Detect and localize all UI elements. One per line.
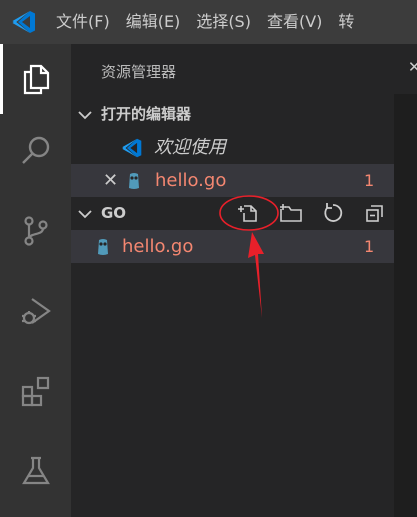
run-debug-icon[interactable] [0,276,71,346]
folder-go-label: GO [101,204,127,222]
file-hello-go[interactable]: hello.go 1 [71,230,394,263]
new-file-icon[interactable] [234,199,262,227]
problem-count-badge: 1 [364,171,375,190]
vscode-logo-icon [121,137,143,163]
open-editor-hello-go-label: hello.go [155,170,227,191]
open-editor-hello-go[interactable]: ✕ hello.go 1 [71,164,394,197]
extensions-icon[interactable] [0,356,71,426]
menu-view[interactable]: 查看(V) [259,0,330,44]
editor-area: ✕ [394,44,417,517]
problem-count-badge: 1 [364,237,375,256]
open-editors-header[interactable]: 打开的编辑器 [71,98,394,131]
explorer-sidebar: 资源管理器 打开的编辑器 欢迎使用 ✕ hello.go 1 GO hello.… [71,44,394,517]
files-icon[interactable] [0,44,71,114]
refresh-icon[interactable] [319,199,347,227]
activity-bar [0,44,71,517]
go-gopher-icon [127,172,141,194]
folder-go-header[interactable]: GO [71,197,394,230]
menu-edit[interactable]: 编辑(E) [118,0,189,44]
close-icon[interactable]: ✕ [103,164,118,197]
open-editors-label: 打开的编辑器 [101,105,192,123]
title-bar: 文件(F) 编辑(E) 选择(S) 查看(V) 转 [0,0,417,44]
vscode-logo-icon [0,0,48,44]
close-icon[interactable]: ✕ [408,58,417,76]
open-editor-welcome[interactable]: 欢迎使用 [71,131,394,164]
collapse-all-icon[interactable] [361,199,389,227]
new-folder-icon[interactable] [277,199,305,227]
chevron-down-icon [78,210,92,219]
open-editor-welcome-label: 欢迎使用 [154,137,226,158]
search-icon[interactable] [0,116,71,186]
testing-icon[interactable] [0,436,71,506]
source-control-icon[interactable] [0,196,71,266]
menu-file[interactable]: 文件(F) [48,0,118,44]
go-gopher-icon [96,238,110,260]
file-hello-go-label: hello.go [122,236,194,257]
editor-tab-bar: ✕ [394,44,417,94]
explorer-title: 资源管理器 [101,63,177,81]
menu-go[interactable]: 转 [330,0,362,44]
chevron-down-icon [78,111,92,120]
menu-selection[interactable]: 选择(S) [188,0,259,44]
